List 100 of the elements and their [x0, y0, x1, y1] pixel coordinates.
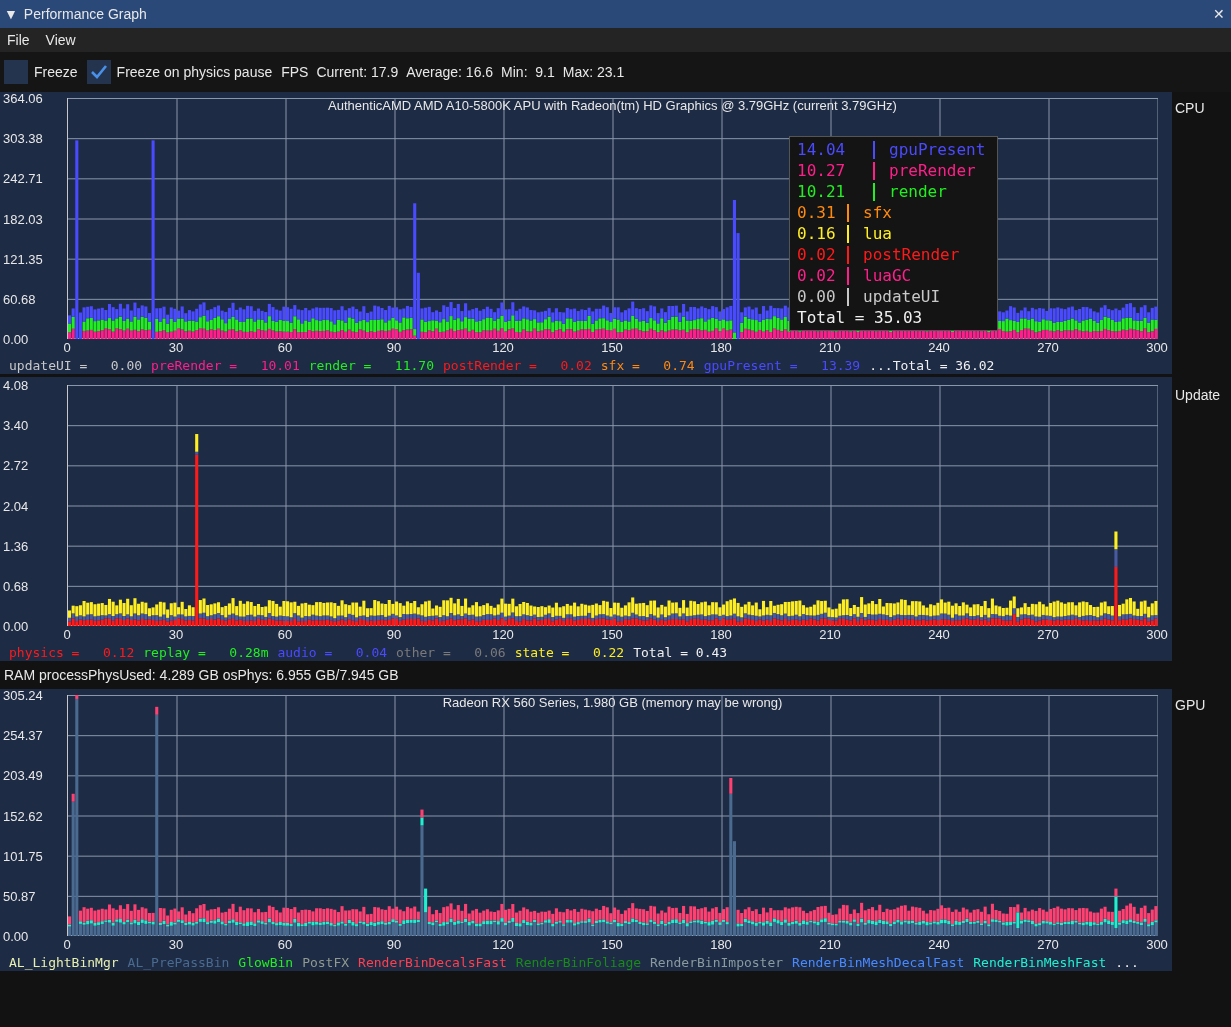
legend-item: AL_LightBinMgr: [9, 955, 119, 970]
y-axis-label: 254.37: [3, 727, 43, 743]
legend-item: state = 0.22: [514, 645, 625, 660]
checkbox-label: Freeze on physics pause: [116, 64, 273, 80]
x-axis-label: 300: [1146, 340, 1168, 355]
x-axis-label: 90: [386, 340, 402, 355]
tooltip-series-name: postRender: [863, 244, 960, 265]
x-axis-label: 240: [928, 627, 950, 642]
y-axis-label: 203.49: [3, 767, 43, 783]
fps-stat: Min: 9.1: [501, 64, 555, 80]
y-axis-label: 0.00: [3, 928, 29, 944]
legend-item: AL_PrePassBin: [127, 955, 230, 970]
legend-item: PostFX: [302, 955, 350, 970]
menu-item[interactable]: File: [7, 32, 30, 48]
fps-stat: Average: 16.6: [406, 64, 494, 80]
checkmark-icon: [89, 64, 108, 80]
legend-item: RenderBinFoliage: [515, 955, 642, 970]
legend-item: physics = 0.12: [9, 645, 135, 660]
x-axis-label: 90: [386, 937, 402, 952]
legend-item: updateUI = 0.00: [9, 358, 143, 373]
panel-label: Update: [1175, 387, 1221, 403]
x-axis-label: 0: [63, 340, 71, 355]
y-axis-label: 182.03: [3, 211, 43, 226]
legend-item: sfx = 0.74: [600, 358, 695, 373]
legend-item: other = 0.06: [396, 645, 506, 660]
tooltip-value: 0.16: [797, 223, 837, 244]
legend-item: replay = 0.28m: [143, 645, 269, 660]
x-axis-label: 90: [386, 627, 402, 642]
fps-stat: Current: 17.9: [316, 64, 399, 80]
legend-item: GlowBin: [238, 955, 294, 970]
y-axis-label: 4.08: [3, 377, 29, 393]
legend-item: postRender = 0.02: [443, 358, 592, 373]
y-axis-label: 50.87: [3, 888, 36, 904]
x-axis-label: 120: [492, 937, 514, 952]
fps-stat: FPS: [281, 64, 309, 80]
window-title: Performance Graph: [23, 6, 147, 22]
x-axis-label: 240: [928, 937, 950, 952]
panel-label: GPU: [1175, 697, 1206, 713]
ram-info: RAM processPhysUsed: 4.289 GB osPhys: 6.955 GB/7.945 GB: [4, 667, 399, 683]
tooltip-value: 0.00: [797, 286, 837, 307]
x-axis-label: 180: [710, 627, 732, 642]
y-axis-label: 101.75: [3, 848, 43, 864]
tooltip-total: Total = 35.03: [797, 307, 924, 328]
chart-title: Radeon RX 560 Series, 1.980 GB (memory may be wrong): [441, 695, 784, 710]
close-button[interactable]: ✕: [1213, 6, 1225, 22]
y-axis-label: 60.68: [3, 291, 36, 307]
x-axis-label: 270: [1037, 340, 1059, 355]
x-axis-label: 30: [168, 340, 184, 355]
x-axis-label: 0: [63, 627, 71, 642]
tooltip-series-name: luaGC: [863, 265, 912, 286]
legend-item: preRender = 10.01: [151, 358, 300, 373]
y-axis-label: 242.71: [3, 170, 43, 186]
y-axis-label: 152.62: [3, 808, 43, 823]
x-axis-label: 180: [710, 937, 732, 952]
tooltip-value: 10.27: [797, 160, 847, 181]
x-axis-label: 270: [1037, 627, 1059, 642]
tooltip-series-name: gpuPresent: [889, 139, 986, 160]
tooltip-value: 10.21: [797, 181, 847, 202]
y-axis-label: 0.00: [3, 618, 29, 634]
x-axis-label: 240: [928, 340, 950, 355]
checkbox[interactable]: [86, 60, 111, 84]
tooltip-series-name: updateUI: [863, 286, 941, 307]
x-axis-label: 120: [492, 340, 514, 355]
panel-label: CPU: [1175, 100, 1205, 116]
y-axis-label: 0.00: [3, 331, 29, 347]
checkbox[interactable]: [4, 60, 28, 84]
x-axis-label: 30: [168, 627, 184, 642]
y-axis-label: 2.72: [3, 457, 29, 473]
fps-stat: Max: 23.1: [562, 64, 625, 80]
legend-item: RenderBinImposter: [650, 955, 784, 970]
x-axis-label: 300: [1146, 937, 1168, 952]
x-axis-label: 150: [601, 627, 623, 642]
tooltip-series-name: lua: [863, 223, 892, 244]
collapse-toggle[interactable]: ▼: [4, 6, 18, 22]
legend-item: RenderBinMeshDecalFast: [792, 955, 965, 970]
y-axis-label: 1.36: [3, 538, 29, 554]
y-axis-label: 121.35: [3, 251, 43, 267]
chart-title: AuthenticAMD AMD A10-5800K APU with Radeon(tm) HD Graphics @ 3.79GHz (current 3.79GHz): [327, 98, 898, 113]
legend-item: RenderBinDecalsFast: [358, 955, 507, 970]
tooltip-series-name: render: [889, 181, 947, 202]
x-axis-label: 0: [63, 937, 71, 952]
checkbox-label: Freeze: [34, 64, 78, 80]
y-axis-label: 2.04: [3, 498, 29, 513]
legend-item: audio = 0.04: [277, 645, 388, 660]
tooltip-series-name: preRender: [889, 160, 976, 181]
y-axis-label: 0.68: [3, 578, 29, 594]
y-axis-label: 3.40: [3, 417, 29, 433]
y-axis-label: 305.24: [3, 687, 43, 703]
legend-total: ...Total = 36.02: [869, 358, 995, 373]
tooltip-value: 0.31: [797, 202, 837, 223]
x-axis-label: 210: [819, 340, 841, 355]
x-axis-label: 300: [1146, 627, 1168, 642]
tooltip-value: 14.04: [797, 139, 847, 160]
y-axis-label: 303.38: [3, 130, 43, 146]
tooltip-value: 0.02: [797, 265, 837, 286]
menu-item[interactable]: View: [45, 32, 76, 48]
legend-item: gpuPresent = 13.39: [703, 358, 861, 373]
x-axis-label: 60: [277, 937, 293, 952]
legend-item: RenderBinMeshFast: [973, 955, 1107, 970]
x-axis-label: 180: [710, 340, 732, 355]
